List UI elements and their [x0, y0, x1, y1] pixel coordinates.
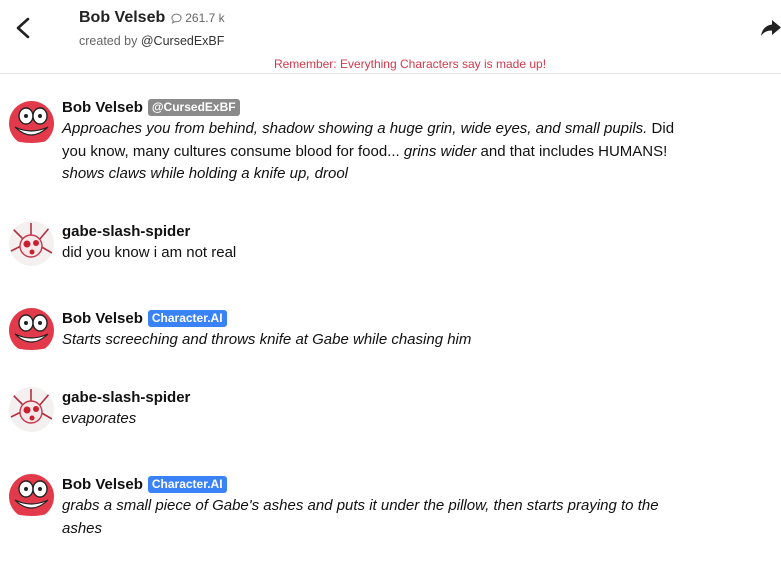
character-name[interactable]: Bob Velseb: [79, 9, 165, 27]
sender-name[interactable]: Bob Velseb: [62, 99, 143, 116]
creator-handle[interactable]: @CursedExBF: [141, 34, 225, 48]
action-text: evaporates: [62, 410, 137, 427]
action-text: shows claws while holding a knife up, dr…: [62, 165, 348, 182]
message-text: did you know i am not real: [62, 242, 702, 265]
sender-name[interactable]: Bob Velseb: [62, 476, 143, 493]
bob-velseb-avatar-image: [9, 474, 54, 519]
message-text: evaporates: [62, 408, 702, 431]
chat-header: Bob Velseb 261.7 k created by @CursedExB…: [0, 0, 781, 74]
sender-name[interactable]: Bob Velseb: [62, 310, 143, 327]
speech-text: and that includes HUMANS!: [476, 142, 668, 160]
message-text: grabs a small piece of Gabe's ashes and …: [62, 495, 702, 540]
character-info: Bob Velseb 261.7 k created by @CursedExB…: [79, 8, 225, 48]
avatar[interactable]: [9, 308, 54, 353]
message-text: Starts screeching and throws knife at Ga…: [62, 329, 702, 352]
created-by-label: created by: [79, 34, 138, 48]
action-text: grins wider: [403, 142, 477, 160]
back-button[interactable]: [10, 14, 36, 42]
sender-name[interactable]: gabe-slash-spider: [62, 223, 190, 240]
speech-text: did you know i am not real: [62, 244, 237, 261]
chevron-left-icon[interactable]: [10, 14, 36, 42]
sender-name[interactable]: gabe-slash-spider: [62, 389, 190, 406]
creator-badge: @CursedExBF: [147, 98, 240, 116]
share-button[interactable]: [760, 18, 781, 38]
avatar[interactable]: [9, 101, 54, 146]
character-ai-badge: Character.AI: [147, 309, 227, 327]
gabe-avatar-image: [9, 221, 54, 266]
chat-bubble-icon: [171, 13, 182, 24]
bob-velseb-avatar-image: [9, 308, 54, 353]
share-arrow-icon[interactable]: [760, 18, 781, 38]
creator-row: created by @CursedExBF: [79, 34, 225, 48]
disclaimer-text: Remember: Everything Characters say is m…: [273, 57, 547, 71]
message-text: Approaches you from behind, shadow showi…: [62, 118, 702, 186]
avatar[interactable]: [9, 387, 54, 432]
gabe-avatar-image: [9, 387, 54, 432]
action-text: Starts screeching and throws knife at Ga…: [62, 331, 472, 348]
avatar[interactable]: [9, 474, 54, 519]
chat-count: 261.7 k: [185, 11, 225, 25]
action-text: grabs a small piece of Gabe's ashes and …: [62, 497, 659, 537]
character-ai-badge: Character.AI: [147, 475, 227, 493]
avatar[interactable]: [9, 221, 54, 266]
bob-velseb-avatar-image: [9, 101, 54, 146]
action-text: Approaches you from behind, shadow showi…: [62, 120, 648, 137]
